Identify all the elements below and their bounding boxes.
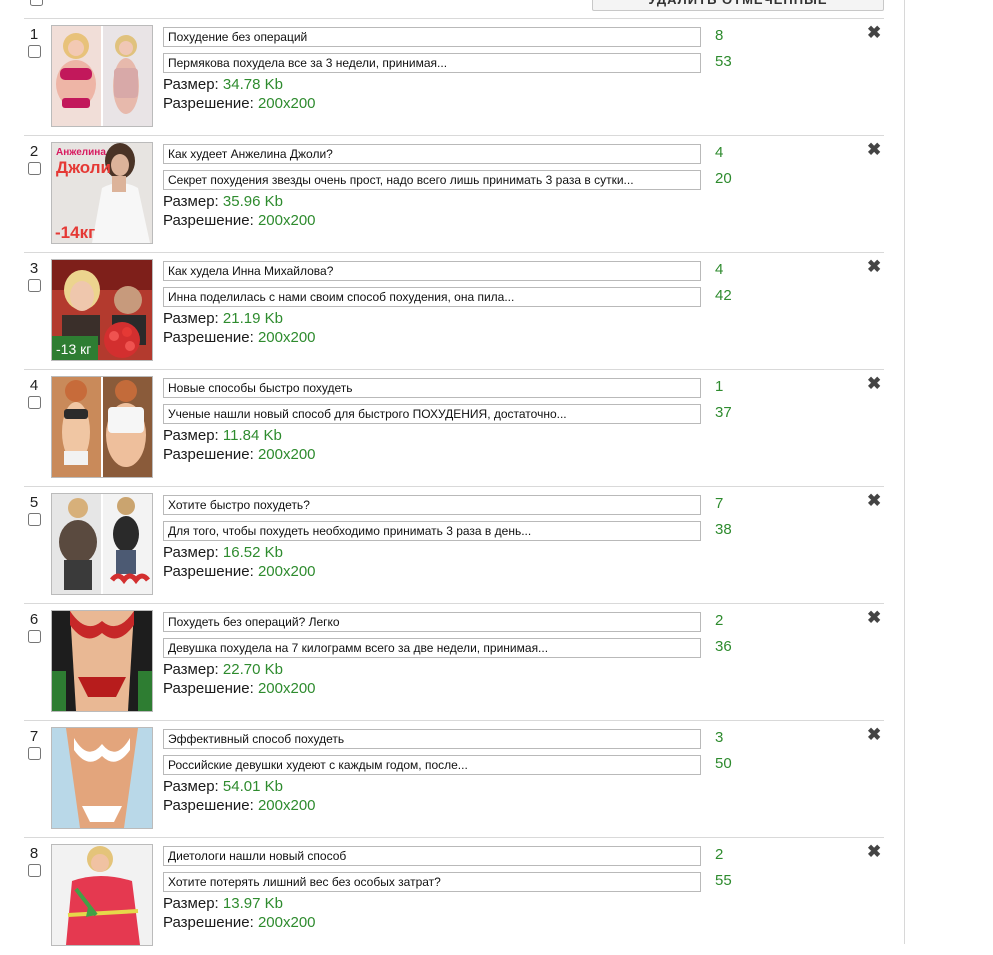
delete-item-icon[interactable]: ✖: [867, 491, 881, 511]
delete-item-icon[interactable]: ✖: [867, 23, 881, 43]
description-input[interactable]: Пермякова похудела все за 3 недели, прин…: [163, 53, 701, 73]
item-checkbox[interactable]: [28, 279, 41, 292]
item-checkbox[interactable]: [28, 513, 41, 526]
list-item: 4 Новые способы быстро похудеть Ученые н…: [24, 369, 884, 487]
title-char-count: 7: [715, 495, 724, 512]
description-char-count: 50: [715, 755, 732, 772]
item-checkbox[interactable]: [28, 747, 41, 760]
description-input[interactable]: Российские девушки худеют с каждым годом…: [163, 755, 701, 775]
description-char-count: 42: [715, 287, 732, 304]
list-item: 1 Похудение без операций Пермякова похуд…: [24, 18, 884, 136]
description-input[interactable]: Девушка похудела на 7 килограмм всего за…: [163, 638, 701, 658]
description-char-count: 55: [715, 872, 732, 889]
size-info: Размер: 22.70 Kb: [163, 661, 283, 678]
description-char-count: 36: [715, 638, 732, 655]
list-item: 6 Похудеть без операций? Легко Девушка п…: [24, 603, 884, 721]
title-input[interactable]: Как худела Инна Михайлова?: [163, 261, 701, 281]
item-checkbox[interactable]: [28, 630, 41, 643]
resolution-info: Разрешение: 200x200: [163, 212, 316, 229]
title-input[interactable]: Похудение без операций: [163, 27, 701, 47]
list-item: 5 Хотите быстро похудеть? Для того, чтоб…: [24, 486, 884, 604]
item-number: 1: [29, 26, 39, 43]
item-checkbox[interactable]: [28, 162, 41, 175]
item-thumbnail[interactable]: [51, 25, 153, 127]
item-number: 6: [29, 611, 39, 628]
thumb-caption: -13 кг: [56, 341, 91, 357]
title-input[interactable]: Хотите быстро похудеть?: [163, 495, 701, 515]
size-info: Размер: 13.97 Kb: [163, 895, 283, 912]
item-number: 4: [29, 377, 39, 394]
item-thumbnail[interactable]: [51, 844, 153, 946]
title-char-count: 2: [715, 612, 724, 629]
description-input[interactable]: Для того, чтобы похудеть необходимо прин…: [163, 521, 701, 541]
delete-item-icon[interactable]: ✖: [867, 257, 881, 277]
resolution-info: Разрешение: 200x200: [163, 914, 316, 931]
delete-item-icon[interactable]: ✖: [867, 725, 881, 745]
item-thumbnail[interactable]: [51, 610, 153, 712]
item-thumbnail[interactable]: Анжелина Джоли -14кг: [51, 142, 153, 244]
delete-item-icon[interactable]: ✖: [867, 608, 881, 628]
size-info: Размер: 11.84 Kb: [163, 427, 282, 444]
resolution-info: Разрешение: 200x200: [163, 329, 316, 346]
panel-border: [904, 0, 905, 944]
list-item: 8 Диетологи нашли новый способ Хотите по…: [24, 837, 884, 955]
description-input[interactable]: Инна поделилась с нами своим способ поху…: [163, 287, 701, 307]
thumb-caption: Анжелина: [56, 147, 106, 158]
size-info: Размер: 21.19 Kb: [163, 310, 283, 327]
item-number: 8: [29, 845, 39, 862]
item-number: 3: [29, 260, 39, 277]
description-input[interactable]: Секрет похудения звезды очень прост, над…: [163, 170, 701, 190]
title-input[interactable]: Как худеет Анжелина Джоли?: [163, 144, 701, 164]
thumb-caption: -14кг: [55, 223, 95, 242]
size-info: Размер: 35.96 Kb: [163, 193, 283, 210]
item-number: 5: [29, 494, 39, 511]
delete-item-icon[interactable]: ✖: [867, 842, 881, 862]
list-item: 2 Анжелина Джоли -14кг Как худеет Анжели…: [24, 135, 884, 253]
item-thumbnail[interactable]: -13 кг: [51, 259, 153, 361]
item-thumbnail[interactable]: [51, 727, 153, 829]
size-info: Размер: 54.01 Kb: [163, 778, 283, 795]
ads-list-panel: УДАЛИТЬ ОТМЕЧЕННЫЕ 1 Похудение без опера…: [0, 0, 905, 946]
size-info: Размер: 16.52 Kb: [163, 544, 283, 561]
size-info: Размер: 34.78 Kb: [163, 76, 283, 93]
description-char-count: 53: [715, 53, 732, 70]
resolution-info: Разрешение: 200x200: [163, 680, 316, 697]
thumb-caption: Джоли: [56, 158, 111, 177]
title-char-count: 4: [715, 261, 724, 278]
description-char-count: 20: [715, 170, 732, 187]
title-char-count: 8: [715, 27, 724, 44]
item-checkbox[interactable]: [28, 864, 41, 877]
delete-selected-button[interactable]: УДАЛИТЬ ОТМЕЧЕННЫЕ: [592, 0, 884, 11]
item-thumbnail[interactable]: [51, 376, 153, 478]
item-thumbnail[interactable]: [51, 493, 153, 595]
title-input[interactable]: Диетологи нашли новый способ: [163, 846, 701, 866]
title-char-count: 2: [715, 846, 724, 863]
title-char-count: 3: [715, 729, 724, 746]
description-input[interactable]: Хотите потерять лишний вес без особых за…: [163, 872, 701, 892]
delete-item-icon[interactable]: ✖: [867, 374, 881, 394]
resolution-info: Разрешение: 200x200: [163, 797, 316, 814]
resolution-info: Разрешение: 200x200: [163, 95, 316, 112]
item-number: 2: [29, 143, 39, 160]
resolution-info: Разрешение: 200x200: [163, 446, 316, 463]
title-input[interactable]: Похудеть без операций? Легко: [163, 612, 701, 632]
item-number: 7: [29, 728, 39, 745]
list-item: 7 Эффективный способ похудеть Российские…: [24, 720, 884, 838]
title-input[interactable]: Эффективный способ похудеть: [163, 729, 701, 749]
title-input[interactable]: Новые способы быстро похудеть: [163, 378, 701, 398]
item-checkbox[interactable]: [28, 45, 41, 58]
description-input[interactable]: Ученые нашли новый способ для быстрого П…: [163, 404, 701, 424]
title-char-count: 4: [715, 144, 724, 161]
description-char-count: 38: [715, 521, 732, 538]
item-checkbox[interactable]: [28, 396, 41, 409]
description-char-count: 37: [715, 404, 732, 421]
select-all-checkbox[interactable]: [30, 0, 43, 6]
title-char-count: 1: [715, 378, 724, 395]
resolution-info: Разрешение: 200x200: [163, 563, 316, 580]
list-item: 3 -13 кг Как худела Инна Михайлова? Инна…: [24, 252, 884, 370]
delete-item-icon[interactable]: ✖: [867, 140, 881, 160]
